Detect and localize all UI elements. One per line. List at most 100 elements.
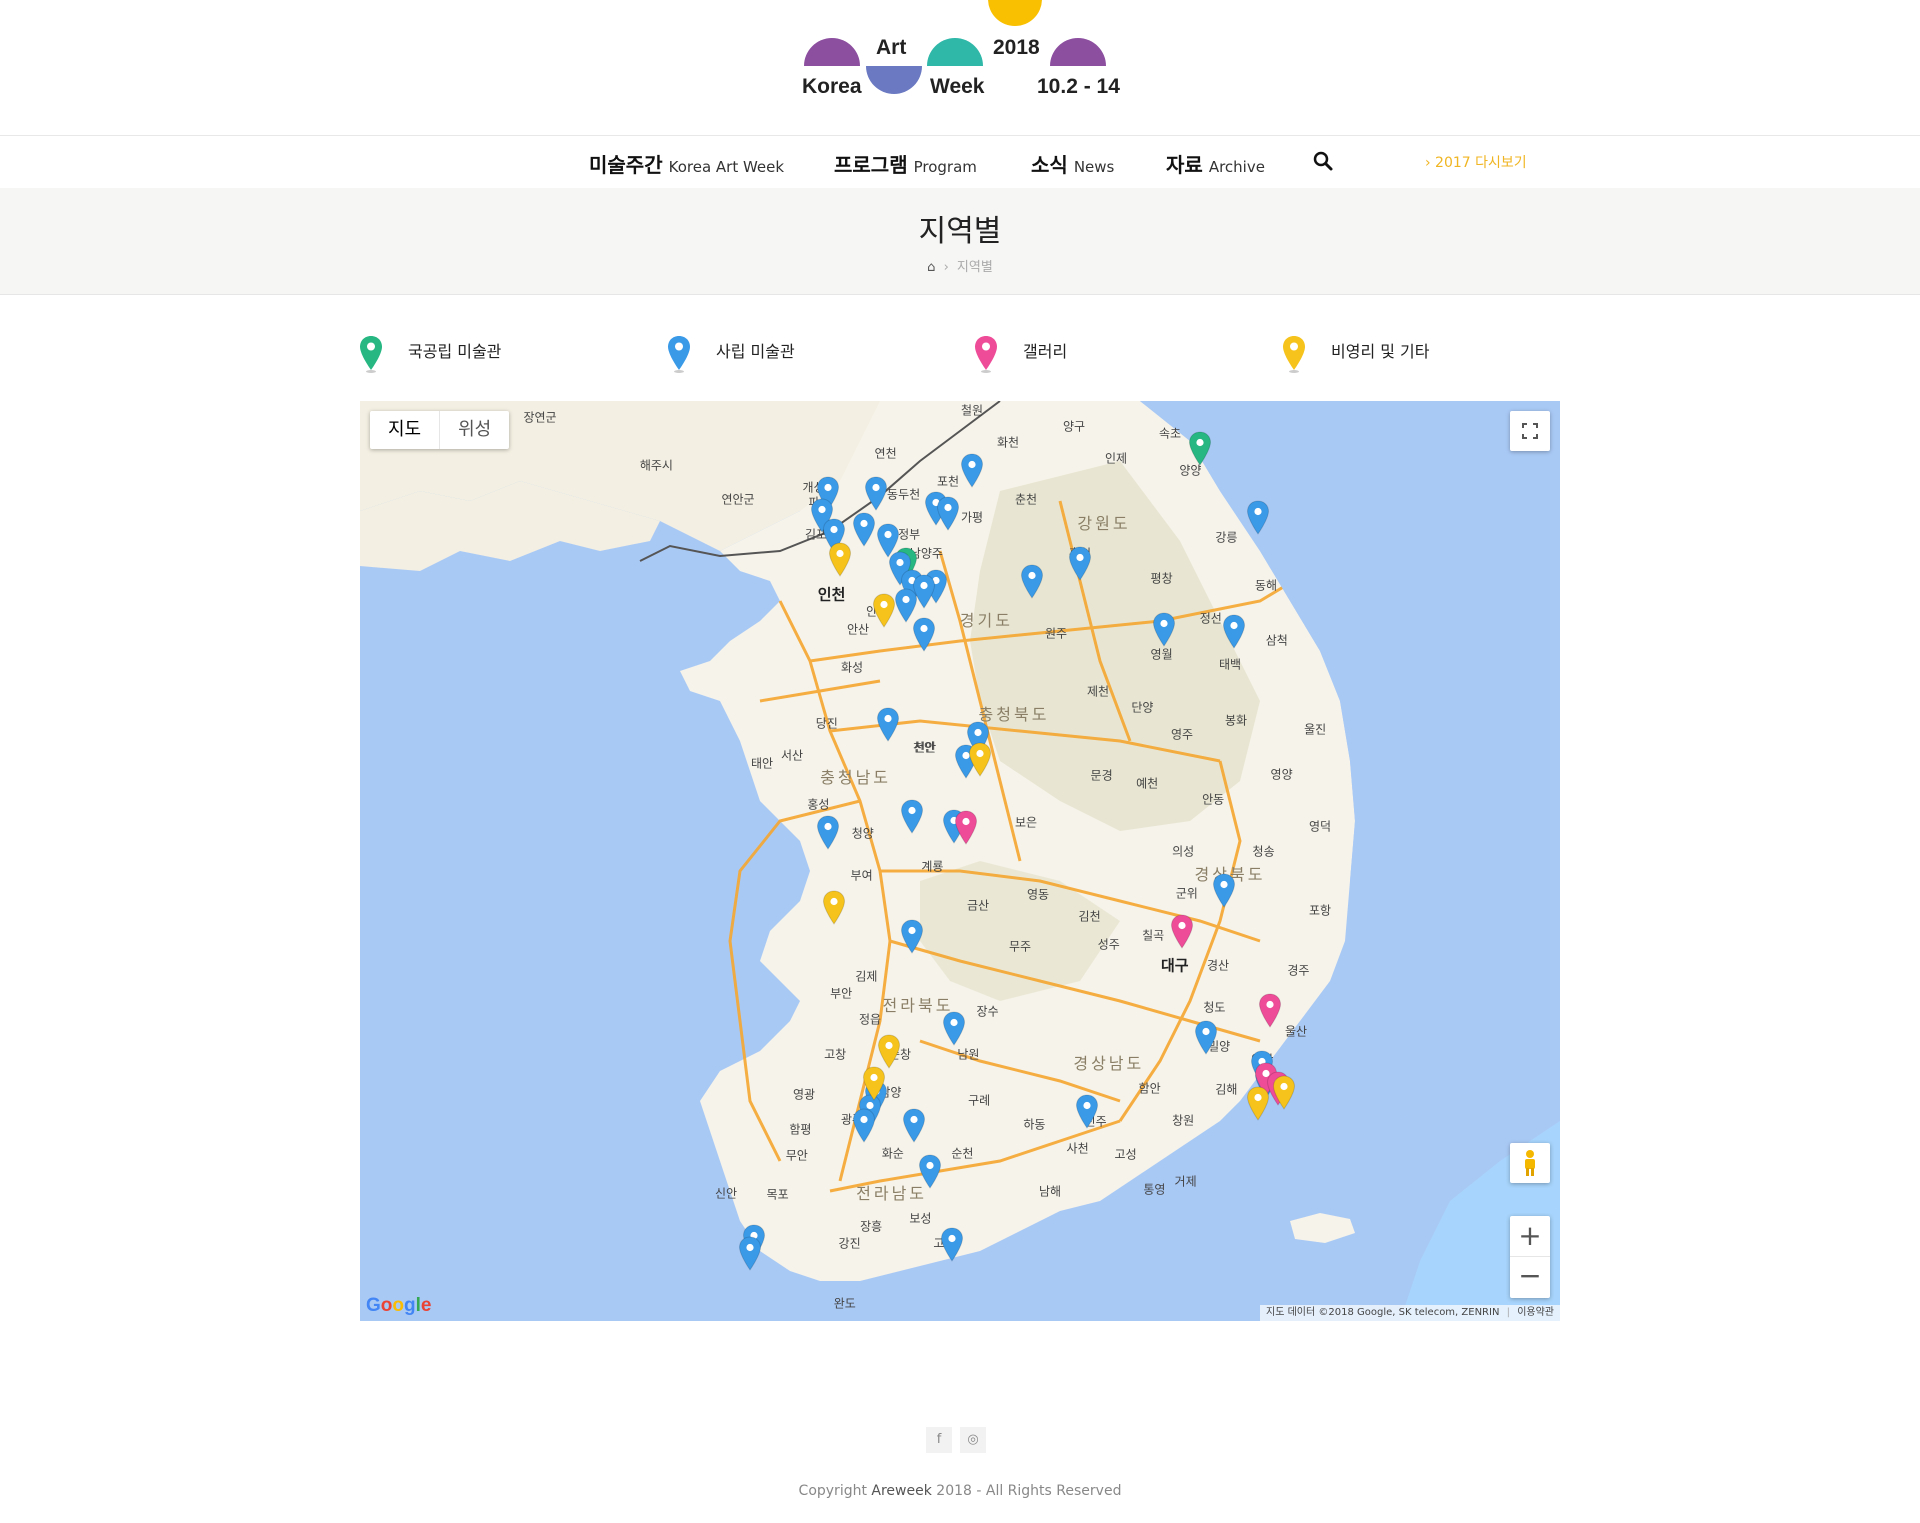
breadcrumb-current: 지역별 — [956, 260, 993, 275]
map-place-label: 철원 — [960, 403, 984, 418]
pegman-icon[interactable] — [1510, 1143, 1550, 1183]
map-place-label: 무주 — [1008, 939, 1032, 954]
map-marker-national[interactable] — [1188, 431, 1212, 467]
map-place-label: 평창 — [1150, 571, 1173, 586]
map-marker-private[interactable] — [816, 815, 840, 851]
terms-link[interactable]: 이용약관 — [1517, 1307, 1554, 1318]
map-place-label: 태안 — [750, 756, 774, 771]
copyright-prefix: Copyright — [798, 1483, 872, 1499]
archive-2017-link[interactable]: › 2017 다시보기 — [1425, 152, 1527, 172]
page-title: 지역별 — [918, 214, 1002, 249]
map-place-label: 영양 — [1270, 767, 1293, 782]
breadcrumb-separator: › — [943, 260, 949, 275]
map-marker-nonprofit[interactable] — [822, 890, 846, 926]
map-place-label: 태백 — [1218, 657, 1242, 672]
map-marker-private[interactable] — [1222, 614, 1246, 650]
legend-label: 사립 미술관 — [716, 342, 795, 361]
map-marker-private[interactable] — [960, 453, 984, 489]
map-place-label: 원주 — [1044, 626, 1068, 641]
nav-label-en: News — [1073, 158, 1115, 176]
map-marker-nonprofit[interactable] — [877, 1034, 901, 1070]
minus-icon[interactable]: − — [1510, 1257, 1550, 1298]
map-place-label: 제천 — [1086, 684, 1110, 699]
region-map[interactable]: 철원화천양구속초인제연천양양포천개성동두천춘천파주가평의정부강릉김포남양주홍천인… — [360, 401, 1560, 1321]
map-marker-gallery[interactable] — [1258, 993, 1282, 1029]
breadcrumb: ⌂ › 지역별 — [0, 256, 1920, 275]
map-place-label: 영덕 — [1308, 819, 1332, 834]
home-icon[interactable]: ⌂ — [927, 260, 935, 275]
map-place-label: 강진 — [838, 1236, 861, 1251]
map-place-label: 울진 — [1304, 722, 1327, 737]
map-place-label: 속초 — [1158, 426, 1182, 441]
map-marker-private[interactable] — [900, 919, 924, 955]
fullscreen-icon[interactable] — [1510, 411, 1550, 451]
map-marker-private[interactable] — [900, 799, 924, 835]
map-place-label: 포천 — [936, 474, 960, 489]
map-marker-private[interactable] — [864, 476, 888, 512]
map-place-label: 대구 — [1160, 956, 1189, 975]
search-icon[interactable] — [1312, 150, 1334, 172]
legend-label: 갤러리 — [1023, 342, 1068, 361]
plus-icon[interactable]: + — [1510, 1216, 1550, 1257]
map-place-label: 충청남도 — [820, 768, 892, 788]
map-marker-nonprofit[interactable] — [828, 542, 852, 578]
map-marker-private[interactable] — [876, 707, 900, 743]
map-place-label: 경주 — [1287, 963, 1310, 978]
logo-purple-shape-2 — [1050, 38, 1106, 66]
google-logo[interactable]: Google — [366, 1295, 431, 1317]
map-place-label: 안산 — [846, 622, 870, 637]
map-marker-private[interactable] — [1068, 546, 1092, 582]
map-place-label: 강릉 — [1215, 530, 1238, 545]
map-marker-private[interactable] — [738, 1236, 762, 1272]
logo-purple-shape — [804, 38, 860, 66]
map-marker-nonprofit[interactable] — [872, 593, 896, 629]
map-marker-private[interactable] — [852, 1108, 876, 1144]
map-type-satellite-button[interactable]: 위성 — [439, 411, 509, 449]
map-marker-private[interactable] — [942, 1011, 966, 1047]
map-marker-private[interactable] — [852, 512, 876, 548]
copyright-brand[interactable]: Areweek — [871, 1483, 931, 1499]
map-marker-private[interactable] — [1075, 1094, 1099, 1130]
nav-item-program[interactable]: 프로그램 Program — [834, 149, 977, 178]
map-marker-private[interactable] — [1194, 1020, 1218, 1056]
map-marker-nonprofit[interactable] — [1272, 1075, 1296, 1111]
map-place-label: 동해 — [1254, 578, 1278, 593]
map-marker-nonprofit[interactable] — [862, 1066, 886, 1102]
map-place-label: 김천 — [1078, 909, 1101, 924]
map-place-label: 천안 — [912, 740, 936, 755]
copyright-suffix: 2018 - All Rights Reserved — [931, 1483, 1122, 1499]
map-place-label: 경상남도 — [1073, 1053, 1145, 1073]
map-marker-private[interactable] — [1246, 500, 1270, 536]
map-place-label: 창원 — [1172, 1113, 1195, 1128]
map-marker-gallery[interactable] — [954, 810, 978, 846]
nav-item-news[interactable]: 소식 News — [1031, 149, 1114, 178]
yellow-marker-icon — [1283, 336, 1305, 373]
map-marker-private[interactable] — [1020, 564, 1044, 600]
map-marker-private[interactable] — [1152, 612, 1176, 648]
map-marker-private[interactable] — [940, 1227, 964, 1263]
nav-item-archive[interactable]: 자료 Archive — [1166, 149, 1265, 178]
instagram-icon[interactable]: ◎ — [960, 1427, 986, 1453]
map-place-label: 울산 — [1284, 1024, 1308, 1039]
map-marker-nonprofit[interactable] — [1246, 1086, 1270, 1122]
map-base-layer — [360, 401, 1560, 1321]
pink-marker-icon — [975, 336, 997, 373]
map-marker-private[interactable] — [902, 1108, 926, 1144]
map-place-label: 홍성 — [807, 797, 830, 812]
map-place-label: 안동 — [1202, 792, 1225, 807]
map-place-label: 영월 — [1150, 647, 1173, 662]
map-marker-nonprofit[interactable] — [968, 742, 992, 778]
map-place-label: 정선 — [1199, 611, 1222, 626]
zoom-control: + − — [1510, 1216, 1550, 1298]
map-place-label: 청송 — [1252, 844, 1275, 859]
site-logo[interactable]: Art 2018 Korea Week 10.2 - 14 — [780, 0, 1140, 110]
map-marker-private[interactable] — [918, 1154, 942, 1190]
map-place-label: 영주 — [1170, 727, 1194, 742]
map-marker-gallery[interactable] — [1170, 914, 1194, 950]
map-marker-private[interactable] — [1212, 873, 1236, 909]
map-marker-private[interactable] — [912, 617, 936, 653]
nav-item-art-week[interactable]: 미술주간 Korea Art Week — [589, 149, 784, 178]
map-type-roadmap-button[interactable]: 지도 — [370, 411, 439, 449]
facebook-icon[interactable]: f — [926, 1427, 952, 1453]
map-marker-private[interactable] — [936, 496, 960, 532]
